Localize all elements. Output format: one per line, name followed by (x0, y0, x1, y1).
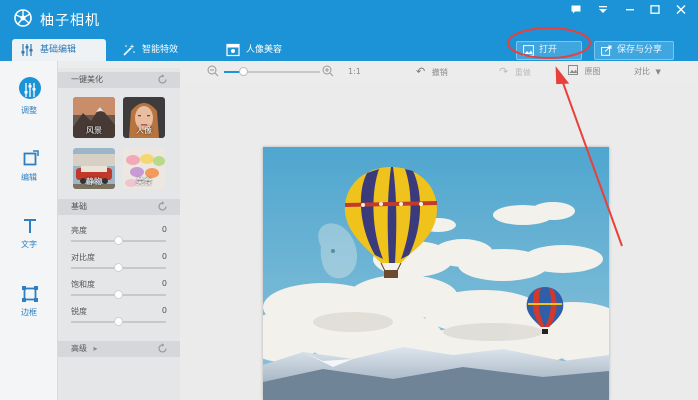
reset-icon[interactable] (157, 74, 168, 85)
tab-label: 智能特效 (142, 45, 179, 55)
slider-knob[interactable] (114, 317, 123, 326)
maximize-icon[interactable] (646, 4, 664, 18)
crop-icon (23, 150, 39, 166)
expand-arrow-icon: ▸ (93, 344, 98, 353)
dropdown-icon[interactable] (594, 4, 612, 18)
slider-value: 0 (161, 225, 167, 234)
slider-label: 饱和度 (71, 280, 95, 289)
slider-label: 亮度 (71, 226, 87, 235)
minimize-icon[interactable] (621, 4, 639, 18)
slider-contrast[interactable]: 对比度 0 (58, 252, 180, 276)
slider-saturation[interactable]: 饱和度 0 (58, 279, 180, 303)
slider-brightness[interactable]: 亮度 0 (58, 225, 180, 249)
app-title: 柚子相机 (40, 13, 100, 29)
tab-smart-effects[interactable]: 智能特效 (114, 39, 214, 61)
share-icon (601, 45, 612, 56)
preset-label: 风景 (86, 126, 102, 135)
sliders-icon (21, 44, 33, 56)
adjust-panel: 一键美化 风景 人像 静物 美食 基础 亮度 0 对比度 0 饱和度 0 锐度 … (58, 68, 180, 400)
slider-value: 0 (161, 279, 167, 288)
slider-sharpness[interactable]: 锐度 0 (58, 306, 180, 330)
left-nav: 调整 编辑 文字 边框 (0, 61, 58, 400)
open-button-label: 打开 (539, 45, 558, 55)
zoom-ratio[interactable]: 1:1 (348, 65, 361, 79)
nav-item-frame[interactable]: 边框 (0, 279, 58, 331)
slider-knob[interactable] (114, 263, 123, 272)
section-title: 高级 (71, 344, 87, 353)
original-image-icon (568, 65, 578, 75)
hot-air-balloon-photo (263, 147, 609, 400)
preset-portrait[interactable]: 人像 (123, 97, 165, 138)
tab-basic-edit[interactable]: 基础编辑 (12, 39, 106, 61)
slider-value: 0 (161, 252, 167, 261)
magic-wand-icon (123, 44, 135, 56)
preset-landscape[interactable]: 风景 (73, 97, 115, 138)
compare-button[interactable]: 对比 ▼ (634, 65, 661, 79)
undo-label: 撤销 (431, 68, 448, 77)
zoom-slider-knob[interactable] (238, 67, 248, 76)
title-bar: 柚子相机 (0, 0, 698, 37)
compare-label: 对比 (634, 67, 650, 76)
save-share-label: 保存与分享 (617, 45, 663, 55)
close-icon[interactable] (672, 4, 690, 18)
preset-food[interactable]: 美食 (123, 148, 165, 189)
canvas-toolbar: 1:1 ↶ 撤销 ↷ 重做 原图 对比 ▼ (180, 61, 698, 83)
tab-label: 基础编辑 (40, 45, 77, 55)
redo-label: 重做 (514, 68, 531, 77)
nav-item-adjust[interactable]: 调整 (0, 73, 58, 125)
nav-label: 边框 (21, 308, 37, 317)
portrait-icon (226, 43, 240, 57)
nav-item-edit[interactable]: 编辑 (0, 144, 58, 196)
section-header-advanced[interactable]: 高级 ▸ (58, 341, 180, 357)
save-share-button[interactable]: 保存与分享 (594, 41, 674, 60)
section-header-basic[interactable]: 基础 (58, 199, 180, 215)
slider-knob[interactable] (114, 290, 123, 299)
section-header-beautify[interactable]: 一键美化 (58, 72, 180, 88)
zoom-out-icon[interactable] (207, 65, 219, 77)
app-logo-icon (14, 9, 32, 27)
text-icon (24, 219, 36, 233)
preset-label: 美食 (136, 177, 152, 186)
zoom-in-icon[interactable] (322, 65, 334, 77)
slider-value: 0 (161, 306, 167, 315)
nav-label: 调整 (21, 106, 37, 115)
redo-button[interactable]: ↷ 重做 (499, 65, 531, 79)
reset-icon[interactable] (157, 343, 168, 354)
original-label: 原图 (584, 67, 601, 76)
section-title: 一键美化 (71, 75, 103, 84)
undo-icon: ↶ (416, 65, 426, 78)
nav-item-text[interactable]: 文字 (0, 211, 58, 263)
reset-icon[interactable] (157, 201, 168, 212)
nav-label: 编辑 (21, 173, 37, 182)
nav-label: 文字 (21, 240, 37, 249)
original-button[interactable]: 原图 (568, 65, 601, 79)
preset-label: 人像 (136, 126, 152, 135)
undo-button[interactable]: ↶ 撤销 (416, 65, 448, 79)
slider-knob[interactable] (114, 236, 123, 245)
tab-portrait-beauty[interactable]: 人像美容 (218, 39, 318, 61)
adjust-icon (24, 83, 36, 97)
chevron-down-icon: ▼ (655, 68, 661, 76)
section-title: 基础 (71, 202, 87, 211)
slider-label: 对比度 (71, 253, 95, 262)
message-icon[interactable] (567, 4, 585, 18)
slider-label: 锐度 (71, 307, 87, 316)
open-button[interactable]: 打开 (516, 41, 582, 60)
redo-icon: ↷ (499, 65, 509, 78)
photo-preview[interactable] (263, 147, 609, 400)
preset-still-life[interactable]: 静物 (73, 148, 115, 189)
frame-icon (22, 286, 38, 302)
preset-label: 静物 (86, 177, 102, 186)
tab-bar: 基础编辑 智能特效 人像美容 打开 保存与分享 (0, 37, 698, 61)
image-icon (523, 45, 534, 56)
tab-label: 人像美容 (246, 45, 283, 55)
